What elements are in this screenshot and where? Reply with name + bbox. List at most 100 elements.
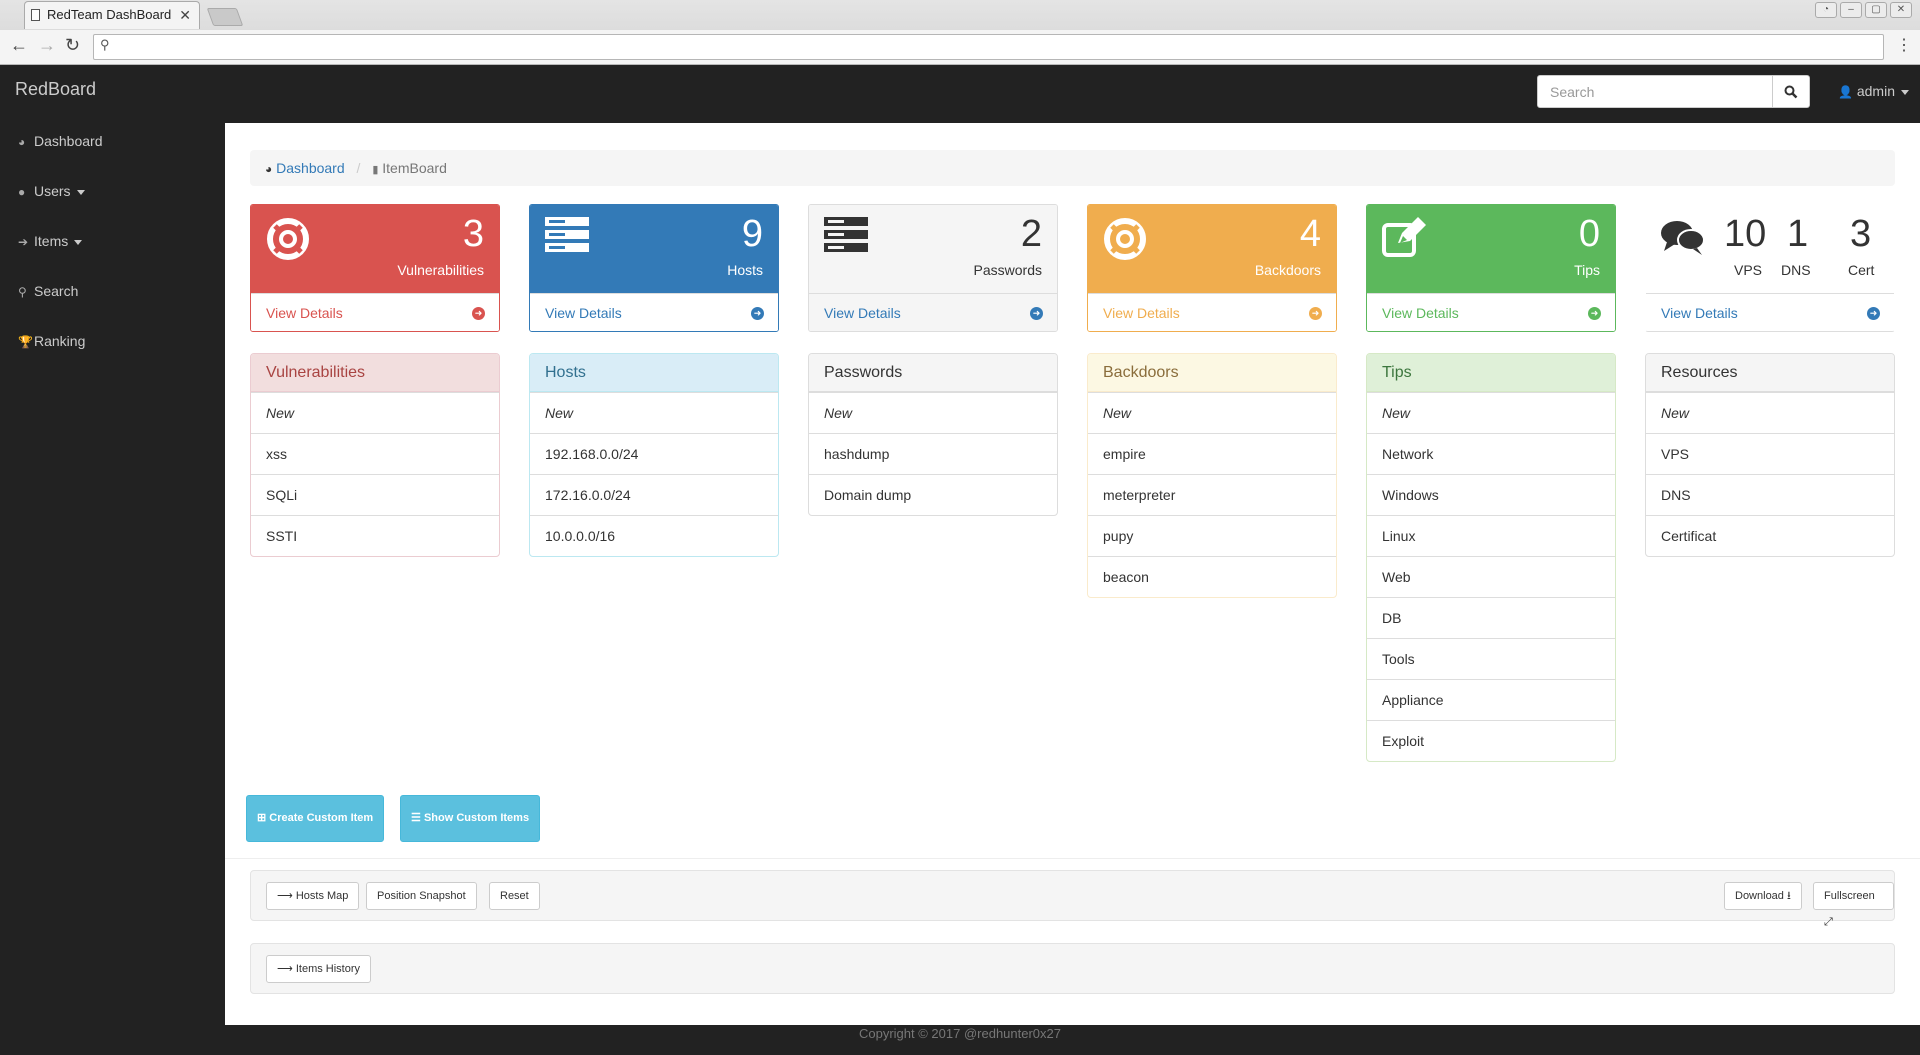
- list-panel-vulnerabilities: Vulnerabilities New xss SQLi SSTI: [250, 353, 500, 557]
- button-label: Hosts Map: [295, 890, 349, 902]
- main-content: ◕ Dashboard / ▮ ItemBoard 3 Vulnerabilit…: [225, 123, 1920, 1025]
- view-details-link[interactable]: View Details ➜: [809, 293, 1057, 331]
- view-details-link[interactable]: View Details ➜: [1367, 293, 1615, 331]
- browser-tab[interactable]: RedTeam DashBoard ✕: [24, 1, 200, 29]
- breadcrumb: ◕ Dashboard / ▮ ItemBoard: [250, 150, 1895, 186]
- items-history-button[interactable]: ⟶ Items History: [266, 955, 372, 983]
- stat-value: 0: [1578, 213, 1600, 255]
- list-item[interactable]: 172.16.0.0/24: [530, 474, 778, 515]
- back-arrow-icon[interactable]: ←: [10, 35, 28, 56]
- fullscreen-button[interactable]: Fullscreen ⤢: [1813, 882, 1894, 928]
- create-custom-item-button[interactable]: ⊞ Create Custom Item: [246, 795, 385, 842]
- file-icon: ▮: [372, 164, 379, 176]
- position-snapshot-button[interactable]: Position Snapshot: [366, 882, 477, 910]
- list-item[interactable]: DB: [1367, 597, 1615, 638]
- view-details-link[interactable]: View Details ➜: [251, 293, 499, 331]
- restore-icon[interactable]: ▢: [1865, 2, 1887, 18]
- list-item[interactable]: New: [1088, 392, 1336, 433]
- list-item[interactable]: empire: [1088, 433, 1336, 474]
- arrow-circle-right-icon: ➜: [1867, 307, 1880, 320]
- minimize-icon[interactable]: –: [1840, 2, 1862, 18]
- stat-value-cert: 3: [1850, 213, 1872, 255]
- list-panel-tips: Tips New Network Windows Linux Web DB To…: [1366, 353, 1616, 762]
- expand-icon: ⤢: [1824, 916, 1833, 928]
- sidebar-item-ranking[interactable]: 🏆Ranking: [18, 333, 85, 349]
- list-item[interactable]: meterpreter: [1088, 474, 1336, 515]
- user-menu[interactable]: 👤 admin: [1838, 83, 1909, 99]
- trophy-icon: 🏆: [18, 335, 33, 349]
- list-item[interactable]: Network: [1367, 433, 1615, 474]
- browser-menu-icon[interactable]: ⋮: [1896, 35, 1912, 55]
- list-item[interactable]: Appliance: [1367, 679, 1615, 720]
- forward-arrow-icon[interactable]: →: [38, 35, 56, 56]
- search-button[interactable]: [1772, 75, 1810, 108]
- stat-value-dns: 1: [1787, 213, 1809, 255]
- download-icon: ⭳: [1786, 890, 1791, 902]
- button-label: Show Custom Items: [423, 812, 530, 824]
- search-icon: ⚲: [100, 37, 110, 52]
- list-panel-passwords: Passwords New hashdump Domain dump: [808, 353, 1058, 516]
- close-window-icon[interactable]: ✕: [1890, 2, 1912, 18]
- server-icon: [824, 217, 868, 252]
- life-ring-icon: [267, 218, 309, 260]
- browser-toolbar: ← → ↻ ⚲ ⋮: [0, 30, 1920, 64]
- list-panel-hosts: Hosts New 192.168.0.0/24 172.16.0.0/24 1…: [529, 353, 779, 557]
- view-details-link[interactable]: View Details ➜: [1088, 293, 1336, 331]
- breadcrumb-dashboard-link[interactable]: Dashboard: [276, 160, 345, 176]
- close-tab-icon[interactable]: ✕: [179, 2, 191, 28]
- panel-heading: Tips: [1367, 354, 1615, 392]
- user-profile-icon[interactable]: ◔: [1815, 2, 1837, 18]
- list-item[interactable]: Web: [1367, 556, 1615, 597]
- list-item[interactable]: Certificat: [1646, 515, 1894, 556]
- view-details-label: View Details: [1382, 305, 1459, 321]
- list-icon: ☰: [411, 812, 421, 824]
- list-item[interactable]: xss: [251, 433, 499, 474]
- list-item[interactable]: Tools: [1367, 638, 1615, 679]
- address-bar[interactable]: ⚲: [93, 34, 1884, 60]
- hosts-map-button[interactable]: ⟶ Hosts Map: [266, 882, 360, 910]
- list-item[interactable]: DNS: [1646, 474, 1894, 515]
- list-item[interactable]: SSTI: [251, 515, 499, 556]
- sidebar-item-users[interactable]: ● Users: [18, 183, 85, 199]
- arrow-circle-right-icon: ➜: [1588, 307, 1601, 320]
- search-input[interactable]: [1537, 75, 1773, 108]
- search-icon: ⚲: [18, 285, 27, 299]
- stat-label: Passwords: [973, 262, 1042, 278]
- new-tab-button[interactable]: [206, 8, 244, 26]
- download-button[interactable]: Download ⭳: [1724, 882, 1802, 910]
- list-item[interactable]: 192.168.0.0/24: [530, 433, 778, 474]
- list-item[interactable]: Windows: [1367, 474, 1615, 515]
- stat-panel-backdoors: 4 Backdoors View Details ➜: [1087, 204, 1337, 332]
- view-details-link[interactable]: View Details ➜: [1646, 293, 1894, 331]
- reset-button[interactable]: Reset: [489, 882, 540, 910]
- button-label: Position Snapshot: [377, 890, 466, 902]
- list-item[interactable]: beacon: [1088, 556, 1336, 597]
- brand-logo[interactable]: RedBoard: [15, 79, 96, 100]
- sidebar-item-label: Items: [34, 233, 69, 249]
- list-item[interactable]: hashdump: [809, 433, 1057, 474]
- list-item[interactable]: VPS: [1646, 433, 1894, 474]
- sidebar-item-dashboard[interactable]: ◕ Dashboard: [18, 133, 103, 149]
- list-item[interactable]: Linux: [1367, 515, 1615, 556]
- chevron-down-icon: [74, 239, 83, 245]
- show-custom-items-button[interactable]: ☰ Show Custom Items: [400, 795, 541, 842]
- list-item[interactable]: 10.0.0.0/16: [530, 515, 778, 556]
- view-details-link[interactable]: View Details ➜: [530, 293, 778, 331]
- list-item[interactable]: pupy: [1088, 515, 1336, 556]
- tab-title: RedTeam DashBoard: [47, 7, 172, 22]
- list-item[interactable]: New: [251, 392, 499, 433]
- sidebar-item-items[interactable]: ➔ Items: [18, 233, 83, 249]
- reload-icon[interactable]: ↻: [65, 35, 80, 56]
- stat-label: Hosts: [727, 262, 763, 278]
- button-label: Fullscreen: [1824, 890, 1875, 902]
- stat-panel-vulnerabilities: 3 Vulnerabilities View Details ➜: [250, 204, 500, 332]
- list-item[interactable]: New: [530, 392, 778, 433]
- list-item[interactable]: New: [1367, 392, 1615, 433]
- list-item[interactable]: Domain dump: [809, 474, 1057, 515]
- comments-icon: [1661, 221, 1705, 255]
- list-item[interactable]: New: [809, 392, 1057, 433]
- list-item[interactable]: New: [1646, 392, 1894, 433]
- sidebar-item-search[interactable]: ⚲ Search: [18, 283, 78, 299]
- list-item[interactable]: SQLi: [251, 474, 499, 515]
- list-item[interactable]: Exploit: [1367, 720, 1615, 761]
